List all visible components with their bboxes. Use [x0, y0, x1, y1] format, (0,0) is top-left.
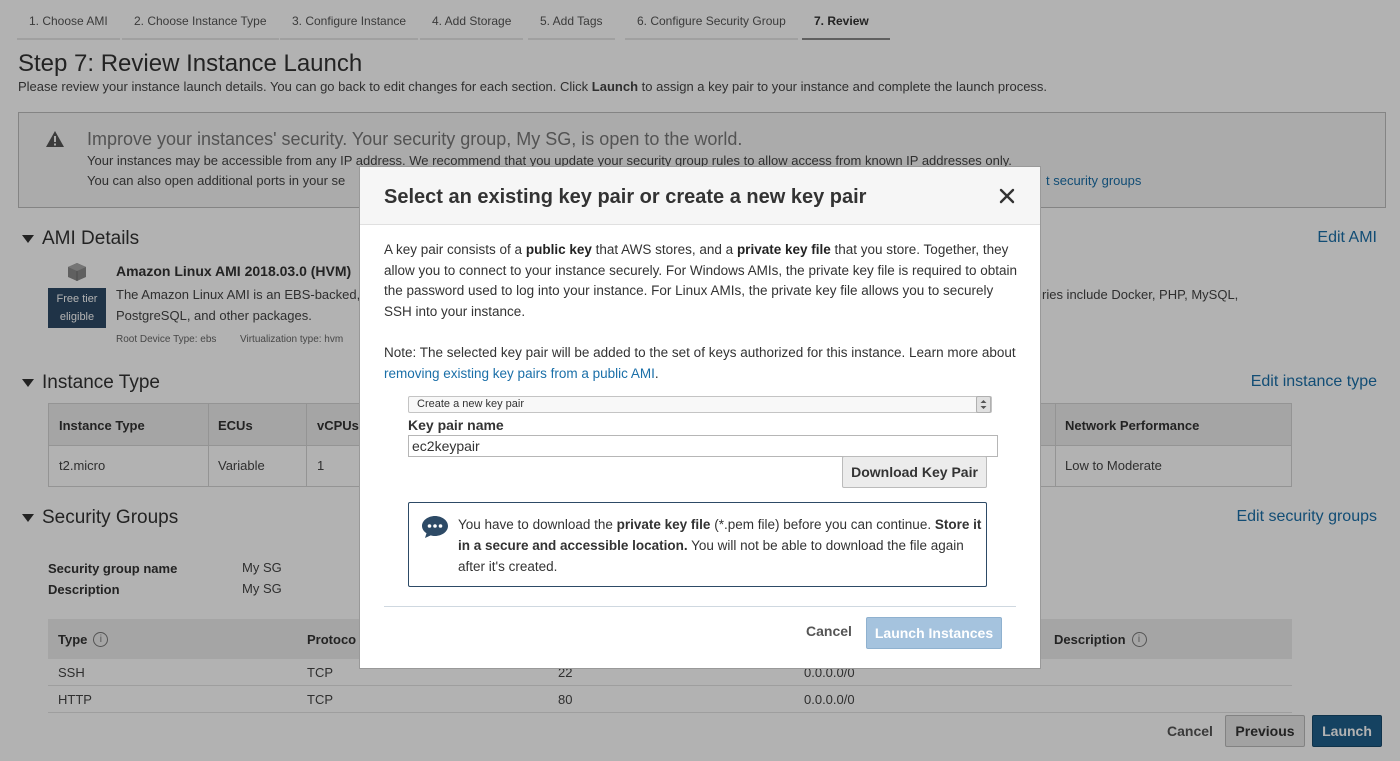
- select-arrows-icon: [976, 396, 991, 413]
- launch-instances-button[interactable]: Launch Instances: [866, 617, 1002, 649]
- key-pair-name-label: Key pair name: [408, 417, 504, 433]
- dialog-cancel-button[interactable]: Cancel: [806, 623, 852, 639]
- key-pair-note: Note: The selected key pair will be adde…: [384, 343, 1024, 384]
- key-pair-dialog: Select an existing key pair or create a …: [359, 166, 1041, 669]
- download-key-pair-button[interactable]: Download Key Pair: [842, 456, 987, 488]
- text: that AWS stores, and a: [591, 242, 737, 257]
- dialog-header: Select an existing key pair or create a …: [360, 167, 1040, 225]
- dialog-divider: [384, 606, 1016, 607]
- key-pair-explanation: A key pair consists of a public key that…: [384, 240, 1024, 322]
- text: A key pair consists of a: [384, 242, 526, 257]
- text: .: [654, 365, 659, 381]
- remove-key-pairs-link[interactable]: removing existing key pairs from a publi…: [384, 366, 655, 381]
- text-bold: private key file: [736, 242, 831, 257]
- text-bold: public key: [525, 242, 592, 257]
- notice-text: You have to download the private key fil…: [458, 514, 983, 577]
- text: Note: The selected key pair will be adde…: [384, 345, 1016, 360]
- key-pair-option-select[interactable]: Create a new key pair: [408, 396, 992, 413]
- select-value: Create a new key pair: [417, 398, 524, 410]
- download-notice: You have to download the private key fil…: [408, 502, 987, 587]
- text: You have to download the: [458, 517, 617, 532]
- close-icon[interactable]: [998, 187, 1016, 205]
- chat-bubble-icon: [422, 516, 448, 538]
- key-pair-name-input[interactable]: [408, 435, 998, 457]
- dialog-title: Select an existing key pair or create a …: [384, 186, 867, 208]
- text-bold: private key file: [616, 517, 711, 532]
- text: (*.pem file) before you can continue.: [710, 517, 935, 532]
